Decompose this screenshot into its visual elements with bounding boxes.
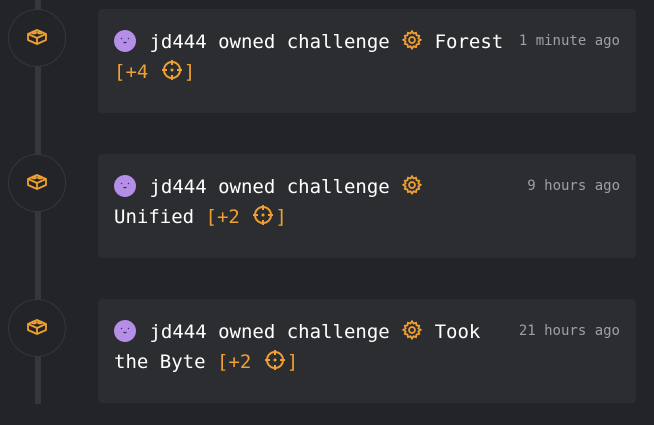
activity-card: 21 hours ago jd444 owned challenge Took … bbox=[98, 299, 636, 403]
timeline-node bbox=[8, 299, 66, 357]
points-close: ] bbox=[275, 206, 287, 228]
action-text: owned challenge bbox=[218, 321, 390, 343]
crosshair-icon bbox=[263, 348, 287, 379]
activity-text: jd444 owned challenge Took the Byte [+2 … bbox=[114, 319, 504, 379]
timestamp: 21 hours ago bbox=[518, 323, 620, 339]
points-close: ] bbox=[286, 351, 299, 373]
action-text: owned challenge bbox=[218, 31, 390, 53]
avatar[interactable] bbox=[114, 320, 136, 342]
action-text: owned challenge bbox=[218, 176, 390, 198]
points-close: ] bbox=[183, 61, 196, 83]
challenge-link[interactable]: Unified bbox=[114, 206, 194, 228]
avatar[interactable] bbox=[114, 175, 136, 197]
timeline-node bbox=[8, 9, 66, 67]
activity-text: jd444 owned challenge Unified [+2 ] bbox=[114, 174, 504, 234]
activity-card: 9 hours ago jd444 owned challenge Unifie… bbox=[98, 154, 636, 258]
timestamp: 1 minute ago bbox=[518, 33, 620, 49]
points-value: [+2 bbox=[205, 206, 240, 228]
points-award: [+2 ] bbox=[216, 350, 299, 373]
username-link[interactable]: jd444 bbox=[149, 176, 206, 198]
lego-brick-icon bbox=[25, 316, 49, 340]
points-award: [+2 ] bbox=[205, 205, 287, 228]
avatar[interactable] bbox=[114, 30, 136, 52]
gear-icon bbox=[401, 319, 423, 348]
points-value: [+2 bbox=[216, 351, 252, 373]
activity-text: jd444 owned challenge Forest [+4 ] bbox=[114, 29, 504, 89]
lego-brick-icon bbox=[25, 171, 49, 195]
gear-icon bbox=[401, 29, 423, 58]
lego-brick-icon bbox=[25, 26, 49, 50]
points-award: [+4 ] bbox=[114, 60, 196, 83]
username-link[interactable]: jd444 bbox=[149, 321, 206, 343]
crosshair-icon bbox=[251, 203, 275, 234]
activity-card: 1 minute ago jd444 owned challenge Fores… bbox=[98, 9, 636, 113]
crosshair-icon bbox=[160, 58, 184, 89]
points-value: [+4 bbox=[114, 61, 149, 83]
timeline-node bbox=[8, 154, 66, 212]
timestamp: 9 hours ago bbox=[527, 178, 620, 194]
username-link[interactable]: jd444 bbox=[149, 31, 206, 53]
challenge-link[interactable]: Forest bbox=[435, 31, 504, 53]
gear-icon bbox=[401, 174, 423, 203]
